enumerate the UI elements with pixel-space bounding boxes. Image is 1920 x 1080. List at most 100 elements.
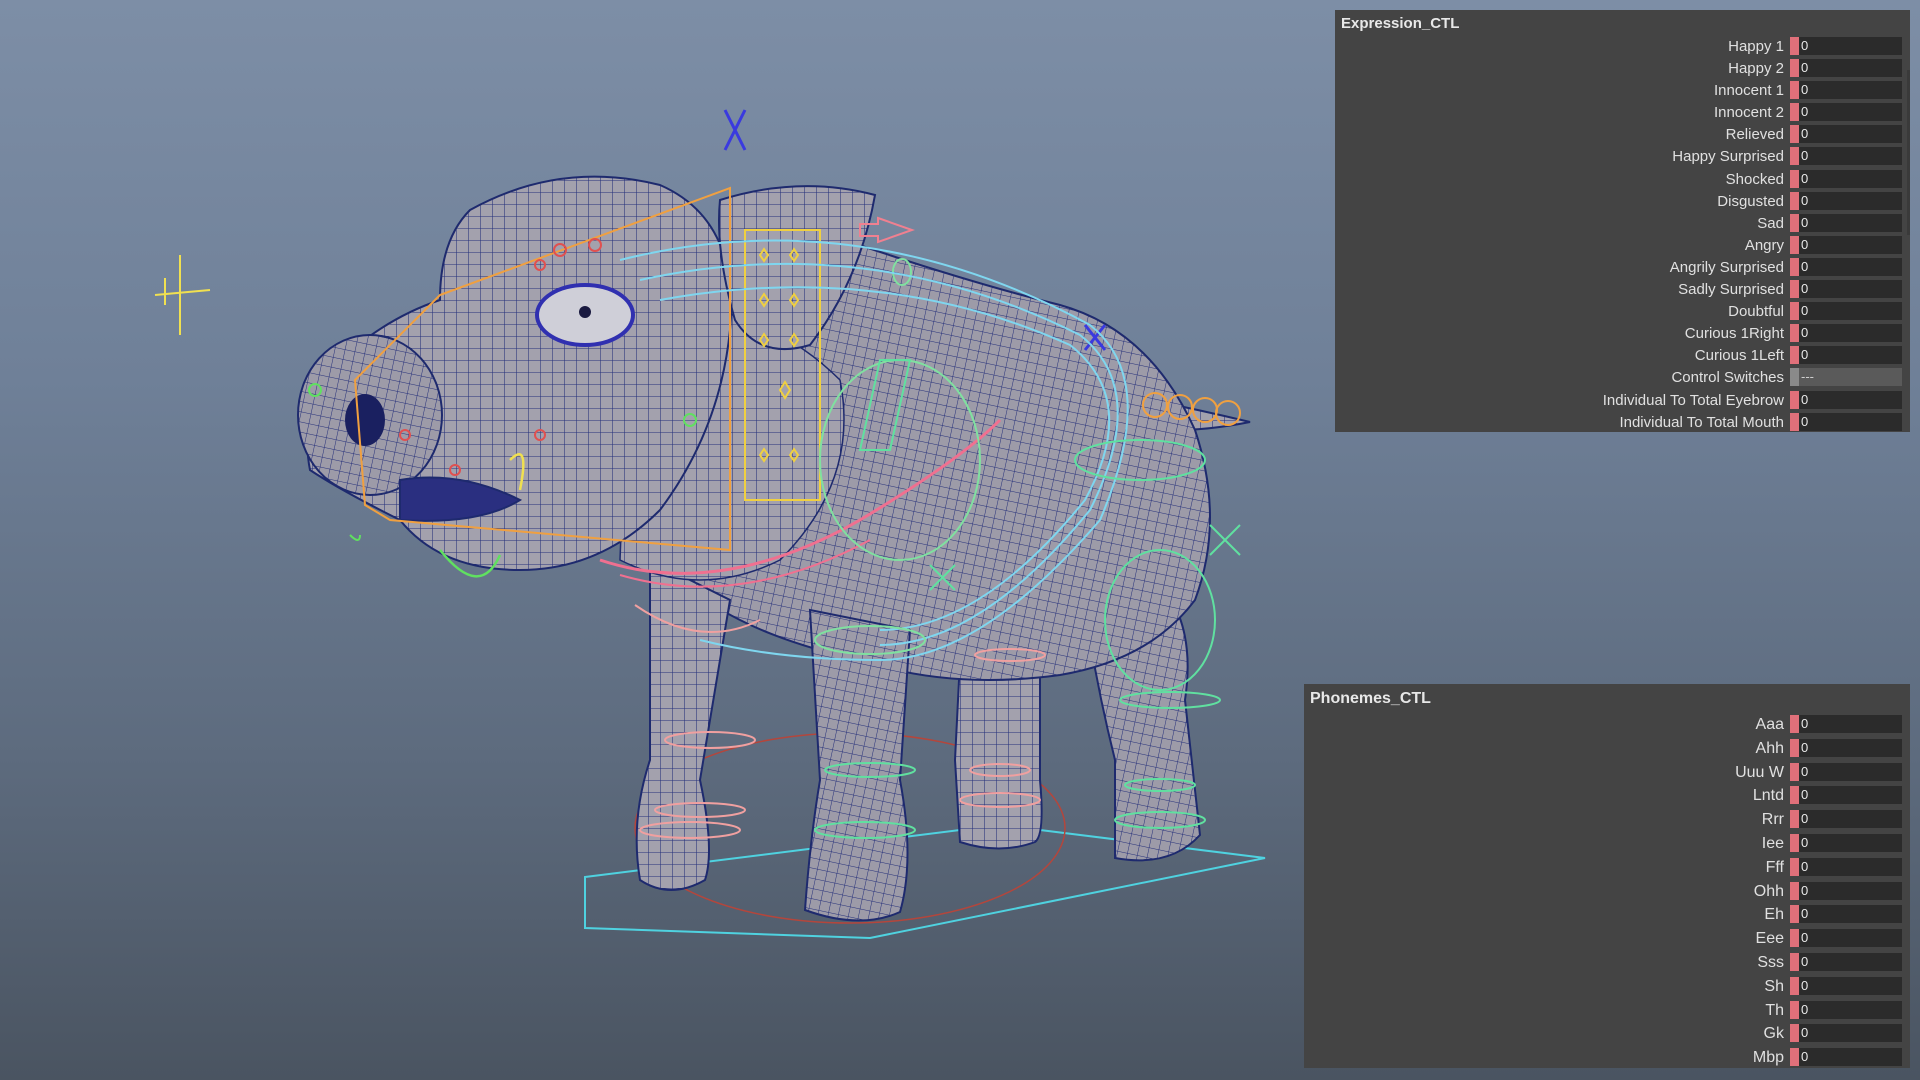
attribute-row[interactable]: Shocked 0 bbox=[1342, 168, 1902, 190]
attribute-value-field[interactable]: 0 bbox=[1799, 905, 1902, 924]
attribute-row[interactable]: Lntd 0 bbox=[1312, 784, 1902, 808]
attribute-row[interactable]: Disgusted 0 bbox=[1342, 190, 1902, 212]
attribute-label[interactable]: Curious 1Left bbox=[1695, 347, 1784, 364]
attribute-label[interactable]: Sadly Surprised bbox=[1678, 281, 1784, 298]
attribute-row[interactable]: Curious 1Left 0 bbox=[1342, 344, 1902, 366]
attribute-row[interactable]: Relieved 0 bbox=[1342, 123, 1902, 145]
attribute-value-field[interactable]: 0 bbox=[1799, 881, 1902, 900]
attribute-label[interactable]: Individual To Total Mouth bbox=[1619, 414, 1784, 431]
attribute-row[interactable]: Angrily Surprised 0 bbox=[1342, 256, 1902, 278]
attribute-row[interactable]: Individual To Total Mouth 0 bbox=[1342, 411, 1902, 433]
attribute-value-field[interactable]: --- bbox=[1799, 368, 1902, 387]
attribute-value-field[interactable]: 0 bbox=[1799, 1000, 1902, 1019]
attribute-value-field[interactable]: 0 bbox=[1799, 857, 1902, 876]
attribute-label[interactable]: Control Switches bbox=[1671, 369, 1784, 386]
attribute-label[interactable]: Innocent 2 bbox=[1714, 104, 1784, 121]
attribute-row[interactable]: Sss 0 bbox=[1312, 951, 1902, 975]
attribute-row[interactable]: Uuu W 0 bbox=[1312, 761, 1902, 785]
attribute-value-field[interactable]: 0 bbox=[1799, 833, 1902, 852]
attribute-label[interactable]: Angry bbox=[1745, 237, 1784, 254]
attribute-value-field[interactable]: 0 bbox=[1799, 324, 1902, 343]
attribute-row[interactable]: Eh 0 bbox=[1312, 903, 1902, 927]
attribute-label[interactable]: Doubtful bbox=[1728, 303, 1784, 320]
attribute-row[interactable]: Aaa 0 bbox=[1312, 713, 1902, 737]
attribute-row[interactable]: Rrr 0 bbox=[1312, 808, 1902, 832]
attribute-row[interactable]: Sh 0 bbox=[1312, 975, 1902, 999]
attribute-row[interactable]: Sadly Surprised 0 bbox=[1342, 278, 1902, 300]
attribute-row[interactable]: Innocent 1 0 bbox=[1342, 79, 1902, 101]
attribute-row[interactable]: Happy Surprised 0 bbox=[1342, 145, 1902, 167]
attribute-label[interactable]: Gk bbox=[1764, 1025, 1784, 1043]
attribute-value-field[interactable]: 0 bbox=[1799, 738, 1902, 757]
attribute-value-field[interactable]: 0 bbox=[1799, 929, 1902, 948]
attribute-row[interactable]: Control Switches --- bbox=[1342, 366, 1902, 388]
attribute-value-field[interactable]: 0 bbox=[1799, 280, 1902, 299]
attribute-value-field[interactable]: 0 bbox=[1799, 952, 1902, 971]
attribute-row[interactable]: Iee 0 bbox=[1312, 832, 1902, 856]
attribute-value-field[interactable]: 0 bbox=[1799, 125, 1902, 144]
attribute-label[interactable]: Innocent 1 bbox=[1714, 82, 1784, 99]
attribute-value-field[interactable]: 0 bbox=[1799, 412, 1902, 431]
attribute-row[interactable]: Fff 0 bbox=[1312, 856, 1902, 880]
attribute-row[interactable]: Th 0 bbox=[1312, 999, 1902, 1023]
attribute-value-field[interactable]: 0 bbox=[1799, 715, 1902, 733]
attribute-label[interactable]: Relieved bbox=[1726, 126, 1784, 143]
attribute-value-field[interactable]: 0 bbox=[1799, 786, 1902, 805]
attribute-label[interactable]: Happy Surprised bbox=[1672, 148, 1784, 165]
attribute-label[interactable]: Aaa bbox=[1756, 716, 1784, 734]
attribute-label[interactable]: Sss bbox=[1757, 954, 1784, 972]
attribute-value-field[interactable]: 0 bbox=[1799, 810, 1902, 829]
attribute-value-field[interactable]: 0 bbox=[1799, 81, 1902, 100]
attribute-row[interactable]: Angry 0 bbox=[1342, 234, 1902, 256]
attribute-label[interactable]: Individual To Total Eyebrow bbox=[1603, 392, 1784, 409]
attribute-row[interactable]: Individual To Total Eyebrow 0 bbox=[1342, 389, 1902, 411]
attribute-label[interactable]: Fff bbox=[1766, 859, 1784, 877]
attribute-label[interactable]: Shocked bbox=[1726, 171, 1784, 188]
attribute-value-field[interactable]: 0 bbox=[1799, 147, 1902, 166]
attribute-label[interactable]: Rrr bbox=[1762, 811, 1784, 829]
attribute-value-field[interactable]: 0 bbox=[1799, 390, 1902, 409]
attribute-value-field[interactable]: 0 bbox=[1799, 1024, 1902, 1043]
attribute-row[interactable]: Gk 0 bbox=[1312, 1022, 1902, 1046]
attribute-value-field[interactable]: 0 bbox=[1799, 59, 1902, 78]
attribute-label[interactable]: Curious 1Right bbox=[1685, 325, 1784, 342]
attribute-value-field[interactable]: 0 bbox=[1799, 191, 1902, 210]
attribute-value-field[interactable]: 0 bbox=[1799, 235, 1902, 254]
attribute-value-field[interactable]: 0 bbox=[1799, 257, 1902, 276]
attribute-value-field[interactable]: 0 bbox=[1799, 37, 1902, 55]
attribute-label[interactable]: Disgusted bbox=[1717, 193, 1784, 210]
attribute-value-field[interactable]: 0 bbox=[1799, 302, 1902, 321]
attribute-label[interactable]: Sh bbox=[1764, 978, 1784, 996]
attribute-label[interactable]: Sad bbox=[1757, 215, 1784, 232]
attribute-label[interactable]: Angrily Surprised bbox=[1670, 259, 1784, 276]
attribute-value-field[interactable]: 0 bbox=[1799, 1048, 1902, 1067]
attribute-value-field[interactable]: 0 bbox=[1799, 213, 1902, 232]
attribute-row[interactable]: Mbp 0 bbox=[1312, 1046, 1902, 1070]
attribute-row[interactable]: Sad 0 bbox=[1342, 212, 1902, 234]
attribute-label[interactable]: Happy 2 bbox=[1728, 60, 1784, 77]
attribute-row[interactable]: Curious 1Right 0 bbox=[1342, 322, 1902, 344]
expression-scrollbar[interactable] bbox=[1907, 70, 1910, 235]
attribute-label[interactable]: Ohh bbox=[1754, 883, 1784, 901]
attribute-value-field[interactable]: 0 bbox=[1799, 762, 1902, 781]
attribute-row[interactable]: Doubtful 0 bbox=[1342, 300, 1902, 322]
attribute-label[interactable]: Happy 1 bbox=[1728, 38, 1784, 55]
attribute-label[interactable]: Lntd bbox=[1753, 787, 1784, 805]
attribute-value-field[interactable]: 0 bbox=[1799, 103, 1902, 122]
attribute-row[interactable]: Happy 2 0 bbox=[1342, 57, 1902, 79]
attribute-value-field[interactable]: 0 bbox=[1799, 346, 1902, 365]
attribute-label[interactable]: Iee bbox=[1762, 835, 1784, 853]
attribute-row[interactable]: Eee 0 bbox=[1312, 927, 1902, 951]
attribute-label[interactable]: Th bbox=[1765, 1002, 1784, 1020]
attribute-label[interactable]: Eh bbox=[1764, 906, 1784, 924]
attribute-row[interactable]: Ohh 0 bbox=[1312, 880, 1902, 904]
attribute-value-field[interactable]: 0 bbox=[1799, 976, 1902, 995]
attribute-label[interactable]: Uuu W bbox=[1735, 764, 1784, 782]
attribute-row[interactable]: Ahh 0 bbox=[1312, 737, 1902, 761]
attribute-row[interactable]: Happy 1 0 bbox=[1342, 35, 1902, 57]
attribute-label[interactable]: Eee bbox=[1756, 930, 1784, 948]
attribute-value-field[interactable]: 0 bbox=[1799, 169, 1902, 188]
attribute-label[interactable]: Ahh bbox=[1756, 740, 1784, 758]
attribute-row[interactable]: Innocent 2 0 bbox=[1342, 101, 1902, 123]
attribute-label[interactable]: Mbp bbox=[1753, 1049, 1784, 1067]
